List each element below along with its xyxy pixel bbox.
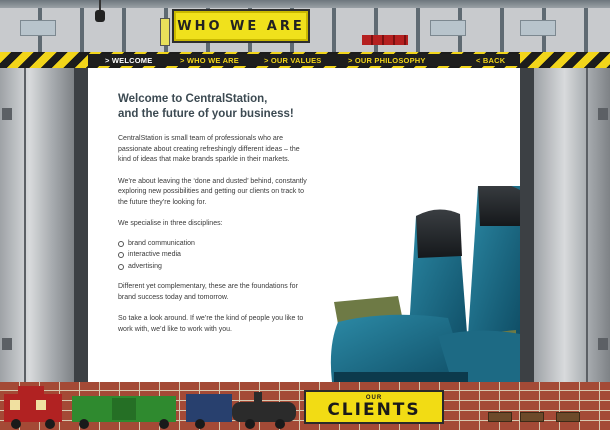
nav-who-we-are[interactable]: > WHO WE ARE: [180, 56, 239, 65]
content-panel: Welcome to CentralStation, and the futur…: [88, 68, 520, 382]
closing-paragraph: So take a look around. If we’re the kind…: [118, 315, 304, 333]
list-item: advertising: [118, 262, 313, 273]
left-door-frame: [74, 68, 88, 382]
roof-light: [430, 20, 466, 36]
train-seats-image: [330, 186, 520, 382]
intro-paragraph: CentralStation is small team of professi…: [118, 135, 300, 163]
roof-light: [520, 20, 556, 36]
list-item: brand communication: [118, 239, 313, 250]
nav-our-values[interactable]: > OUR VALUES: [264, 56, 321, 65]
right-door: [534, 68, 610, 382]
welcome-heading: Welcome to CentralStation, and the futur…: [118, 92, 313, 122]
bench-icon: [556, 412, 580, 422]
bench-icon: [488, 412, 512, 422]
foundations-paragraph: Different yet complementary, these are t…: [118, 283, 298, 301]
nav-welcome[interactable]: > WELCOME: [105, 56, 152, 65]
roof-light: [20, 20, 56, 36]
list-item: interactive media: [118, 250, 313, 261]
nav-back[interactable]: < BACK: [476, 56, 505, 65]
page-title-sign: WHO WE ARE: [172, 9, 310, 43]
heading-line-2: and the future of your business!: [118, 108, 294, 120]
right-door-frame: [520, 68, 534, 382]
page-title: WHO WE ARE: [177, 18, 305, 34]
hanging-lamp-icon: [95, 0, 105, 22]
platform-chairs: [362, 35, 408, 45]
train-cars-image: [4, 386, 296, 429]
disciplines-intro: We specialise in three disciplines:: [118, 220, 223, 227]
main-nav: > WELCOME > WHO WE ARE > OUR VALUES > OU…: [88, 54, 520, 66]
heading-line-1: Welcome to CentralStation,: [118, 93, 268, 105]
welcome-text: Welcome to CentralStation, and the futur…: [118, 92, 313, 346]
bench-icon: [520, 412, 544, 422]
platform-pole: [160, 18, 170, 46]
nav-our-philosophy[interactable]: > OUR PHILOSOPHY: [348, 56, 426, 65]
left-door: [0, 68, 74, 382]
our-clients-label: CLIENTS: [327, 400, 421, 420]
our-clients-button[interactable]: OUR CLIENTS: [304, 390, 444, 424]
approach-paragraph: We’re about leaving the ‘done and dusted…: [118, 177, 307, 206]
disciplines-list: brand communication interactive media ad…: [118, 239, 313, 273]
